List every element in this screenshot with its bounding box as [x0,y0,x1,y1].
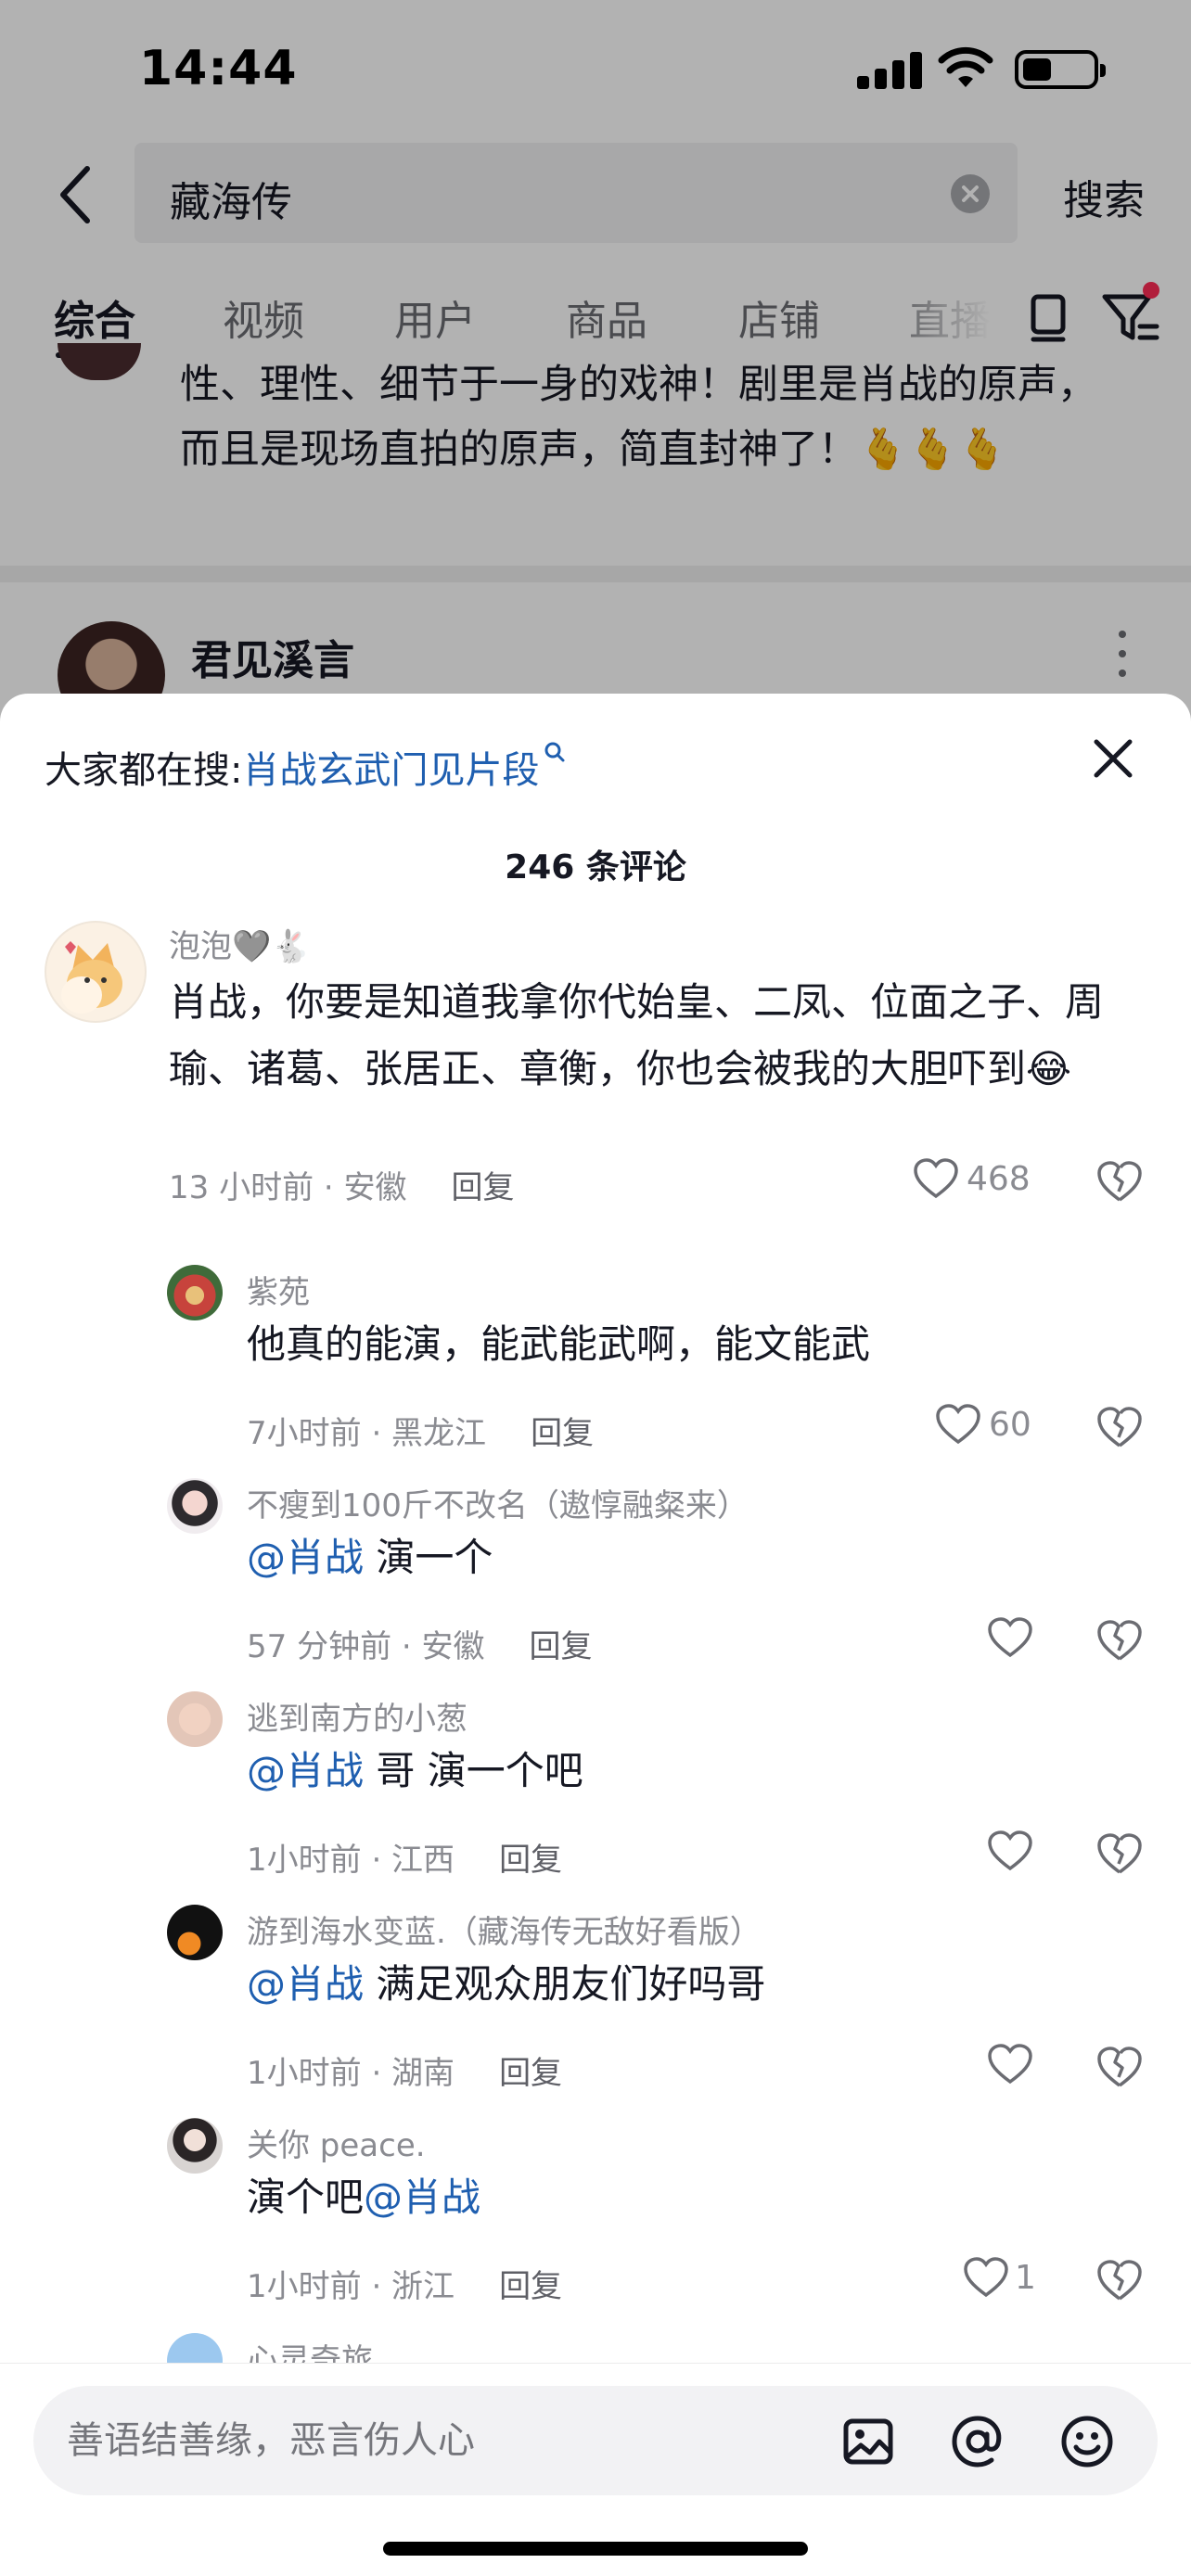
mention-link[interactable]: @肖战 [247,1961,364,2007]
reply-button[interactable]: 回复 [530,1628,593,1665]
commenter-avatar[interactable] [167,1265,223,1320]
reply-button[interactable]: 回复 [452,1169,515,1206]
mention-at-icon[interactable] [950,2414,1005,2469]
dislike-broken-heart-icon[interactable] [1096,2257,1143,2303]
heart-icon [936,1404,980,1445]
like-count: 468 [967,1159,1031,1198]
search-icon [544,742,565,762]
reply-button[interactable]: 回复 [499,1842,562,1879]
emoji-icon[interactable] [1059,2414,1115,2469]
comment-text: @肖战 满足观众朋友们好吗哥 [247,1961,766,2007]
heart-icon [988,2044,1032,2085]
commenter-name[interactable]: 不瘦到100斤不改名（遨惇融粲来） [247,1480,749,1525]
heart-icon [988,1617,1032,1658]
mention-link[interactable]: @肖战 [247,1535,364,1580]
comment-text: @肖战 哥 演一个吧 [247,1748,583,1793]
like-button[interactable]: 468 [913,1151,1031,1206]
close-icon[interactable] [1085,731,1141,786]
commenter-name[interactable]: 泡泡🩶🐇 [169,921,311,966]
dislike-broken-heart-icon[interactable] [1096,1830,1143,1877]
dislike-broken-heart-icon[interactable] [1096,1617,1143,1664]
dislike-broken-heart-icon[interactable] [1096,1158,1143,1205]
comment-meta: 1小时前 · 湖南 回复 [247,2055,563,2092]
like-button[interactable] [987,1823,1033,1879]
heart-icon [914,1158,958,1199]
comment-input[interactable] [67,2386,772,2495]
commenter-avatar[interactable] [45,921,147,1023]
commenter-name[interactable]: 游到海水变蓝.（藏海传无敌好看版） [247,1906,762,1952]
comment-text: 演个吧@肖战 [247,2174,481,2220]
image-icon[interactable] [840,2414,896,2469]
comment-input-container [33,2386,1158,2495]
commenter-name[interactable]: 紫苑 [247,1267,310,1312]
comment-text: 他真的能演，能武能武啊，能文能武 [247,1321,871,1367]
comment-meta: 1小时前 · 浙江 回复 [247,2268,563,2305]
heart-icon [988,1830,1032,1871]
heart-icon [964,2257,1008,2298]
like-count: 1 [1015,2258,1036,2297]
mention-link[interactable]: @肖战 [364,2174,480,2220]
comment-meta: 57 分钟前 · 安徽 回复 [247,1628,593,1665]
commenter-avatar[interactable] [167,1905,223,1960]
comment-meta: 13 小时前 · 安徽 回复 [169,1169,515,1206]
hot-search-keyword[interactable]: 肖战玄武门见片段 [242,749,539,792]
commenter-name[interactable]: 逃到南方的小葱 [247,1693,467,1739]
comment-meta: 1小时前 · 江西 回复 [247,1842,563,1879]
like-button[interactable] [987,2036,1033,2092]
dislike-broken-heart-icon[interactable] [1096,1404,1143,1450]
commenter-avatar[interactable] [167,2118,223,2174]
commenter-avatar[interactable] [167,1478,223,1534]
commenter-name[interactable]: 关你 peace. [247,2120,426,2165]
comment-sheet: 大家都在搜:肖战玄武门见片段 246 条评论 泡泡🩶🐇 肖战，你要是知道我拿你代… [0,694,1191,2576]
comment-count: 246 条评论 [505,848,686,886]
search-results-page: 14:44 藏海传 搜索 综合 视频 用户 商品 店铺 直播 [0,0,1191,742]
like-button[interactable] [987,1610,1033,1665]
comment-input-bar [0,2363,1191,2576]
reply-button[interactable]: 回复 [499,2268,562,2305]
like-button[interactable]: 1 [963,2250,1036,2305]
commenter-avatar[interactable] [167,1691,223,1747]
dim-overlay[interactable] [0,0,1191,742]
dislike-broken-heart-icon[interactable] [1096,2044,1143,2090]
reply-button[interactable]: 回复 [499,2055,562,2092]
comment-text: @肖战 演一个 [247,1535,493,1580]
comment-meta: 7小时前 · 黑龙江 回复 [247,1415,595,1452]
home-indicator [383,2542,808,2556]
hot-search-suggestion[interactable]: 大家都在搜:肖战玄武门见片段 [45,740,567,794]
like-button[interactable]: 60 [935,1396,1031,1452]
comment-text: 肖战，你要是知道我拿你代始皇、二凤、位面之子、周瑜、诸葛、张居正、章衡，你也会被… [169,979,1105,1091]
reply-button[interactable]: 回复 [531,1415,594,1452]
mention-link[interactable]: @肖战 [247,1748,364,1793]
like-count: 60 [989,1405,1031,1444]
